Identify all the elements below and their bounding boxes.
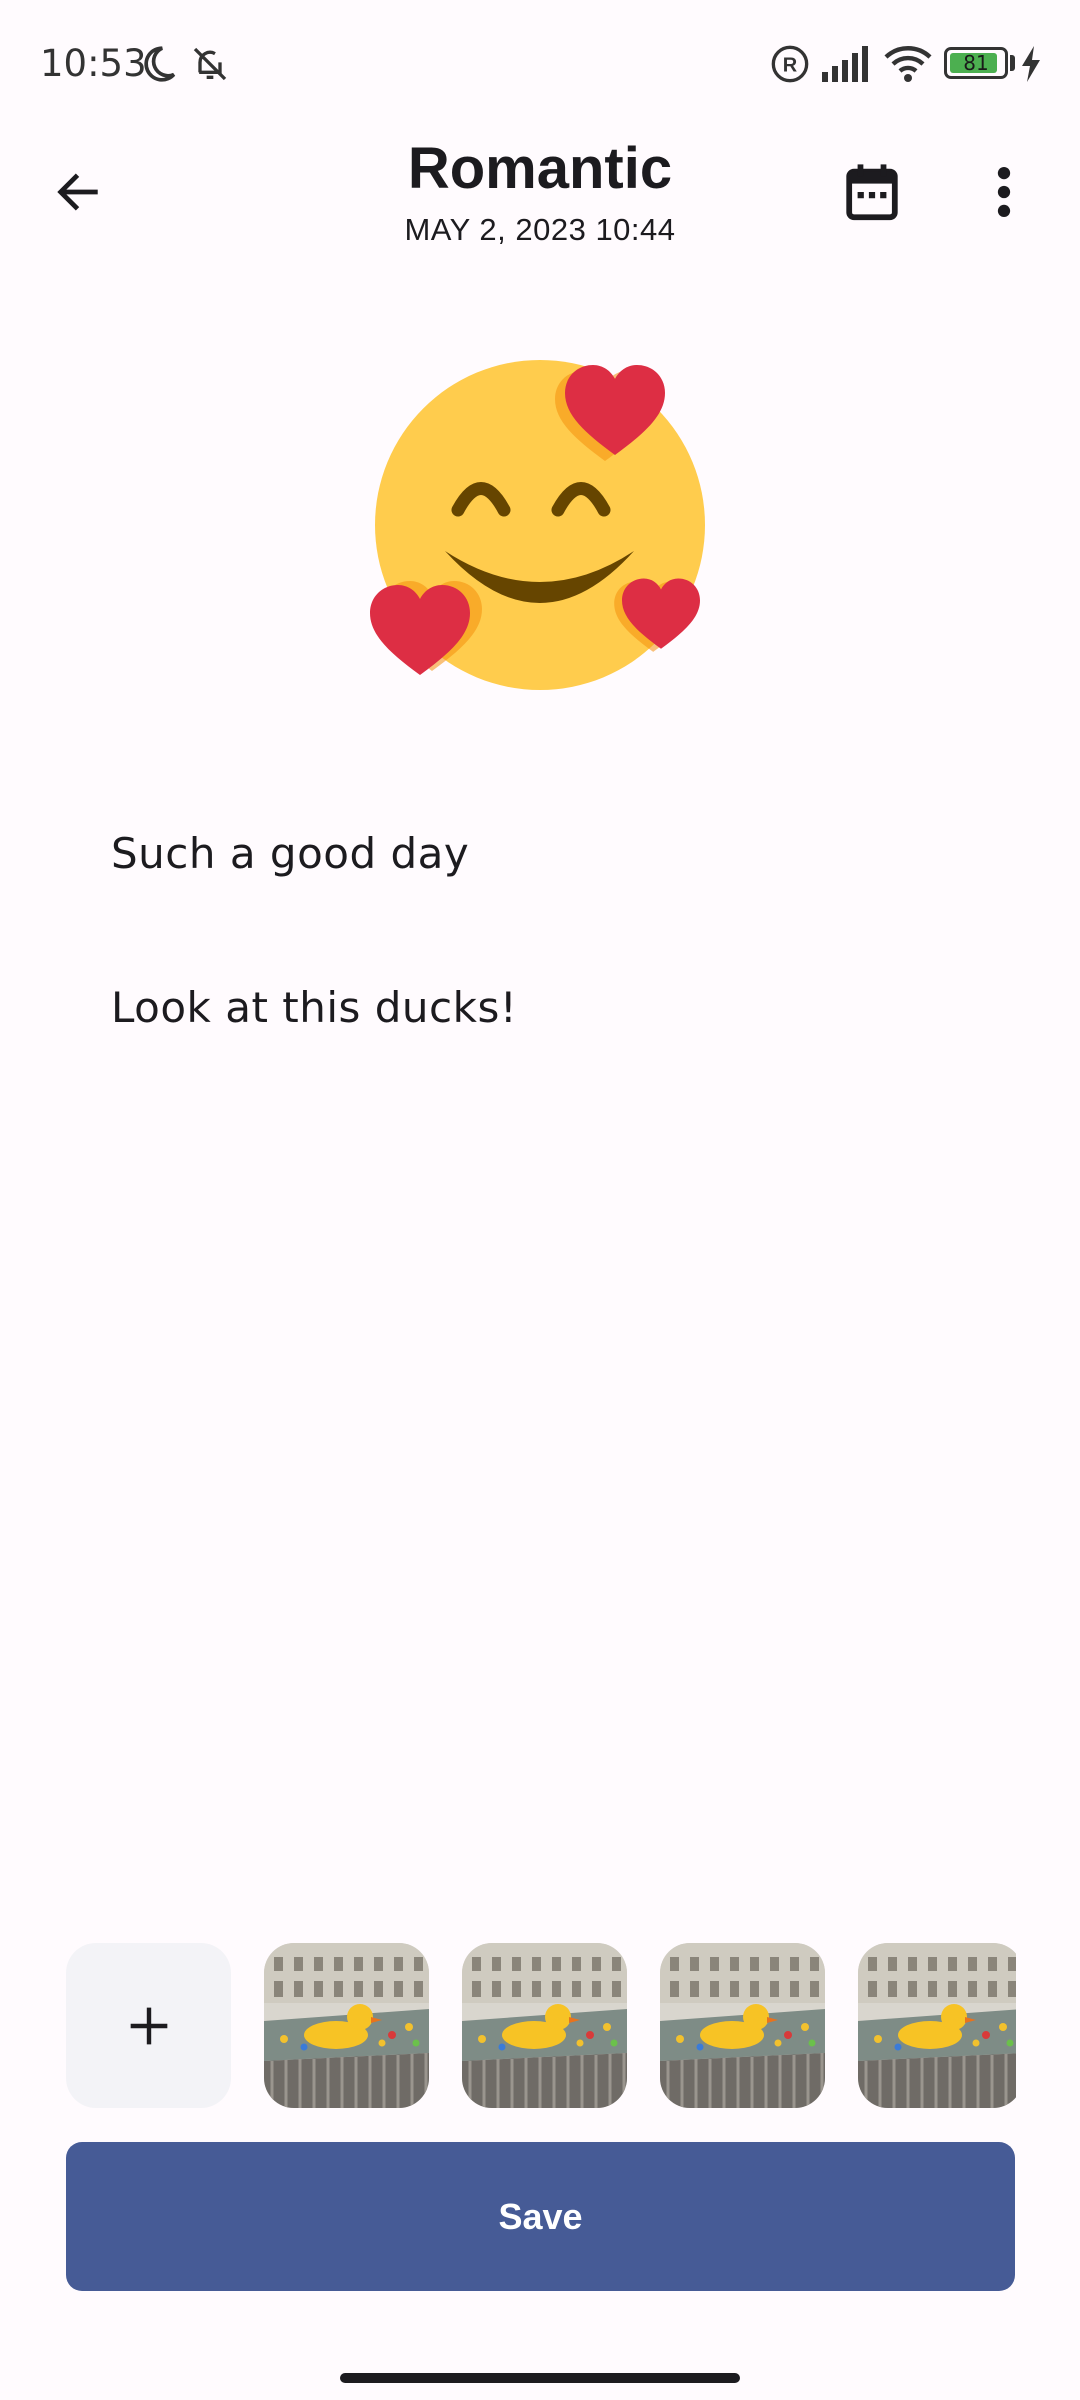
photo-thumbnail[interactable] [462,1943,627,2108]
notifications-off-icon [193,47,227,81]
duck-fountain-photo [660,1943,825,2108]
home-indicator[interactable] [340,2373,740,2383]
battery-level: 81 [963,51,989,75]
add-photo-button[interactable] [66,1943,231,2108]
smiling-face-with-hearts-icon[interactable] [370,355,710,695]
back-arrow-icon [57,173,98,211]
save-button[interactable]: Save [66,2142,1015,2291]
entry-text-line-1[interactable]: Such a good day [111,824,469,884]
duck-fountain-photo [858,1943,1016,2108]
photo-thumbnail[interactable] [264,1943,429,2108]
photo-thumbnail[interactable] [660,1943,825,2108]
more-vert-icon [997,166,1011,218]
page-title: Romantic [407,136,673,201]
more-options-button[interactable] [962,150,1046,234]
signal-icon [822,46,868,82]
duck-fountain-photo [264,1943,429,2108]
battery-icon: 81 [944,47,1008,79]
status-time: 10:53 [40,42,147,85]
entry-text-line-2[interactable]: Look at this ducks! [111,978,517,1038]
registered-icon: R [771,45,809,83]
entry-date[interactable]: MAY 2, 2023 10:44 [290,208,790,252]
duck-fountain-photo [462,1943,627,2108]
back-button[interactable] [36,150,120,234]
photo-thumbnail[interactable] [858,1943,1016,2108]
calendar-icon [846,164,898,221]
calendar-button[interactable] [830,150,914,234]
photo-strip[interactable] [66,1943,1016,2109]
charging-icon [1022,46,1040,82]
svg-text:R: R [783,55,798,77]
plus-icon [130,2007,167,2044]
wifi-icon [884,46,932,82]
moon-icon [144,46,176,82]
status-bar: 10:53 R 81 [0,0,1080,130]
battery-cap [1010,55,1015,71]
